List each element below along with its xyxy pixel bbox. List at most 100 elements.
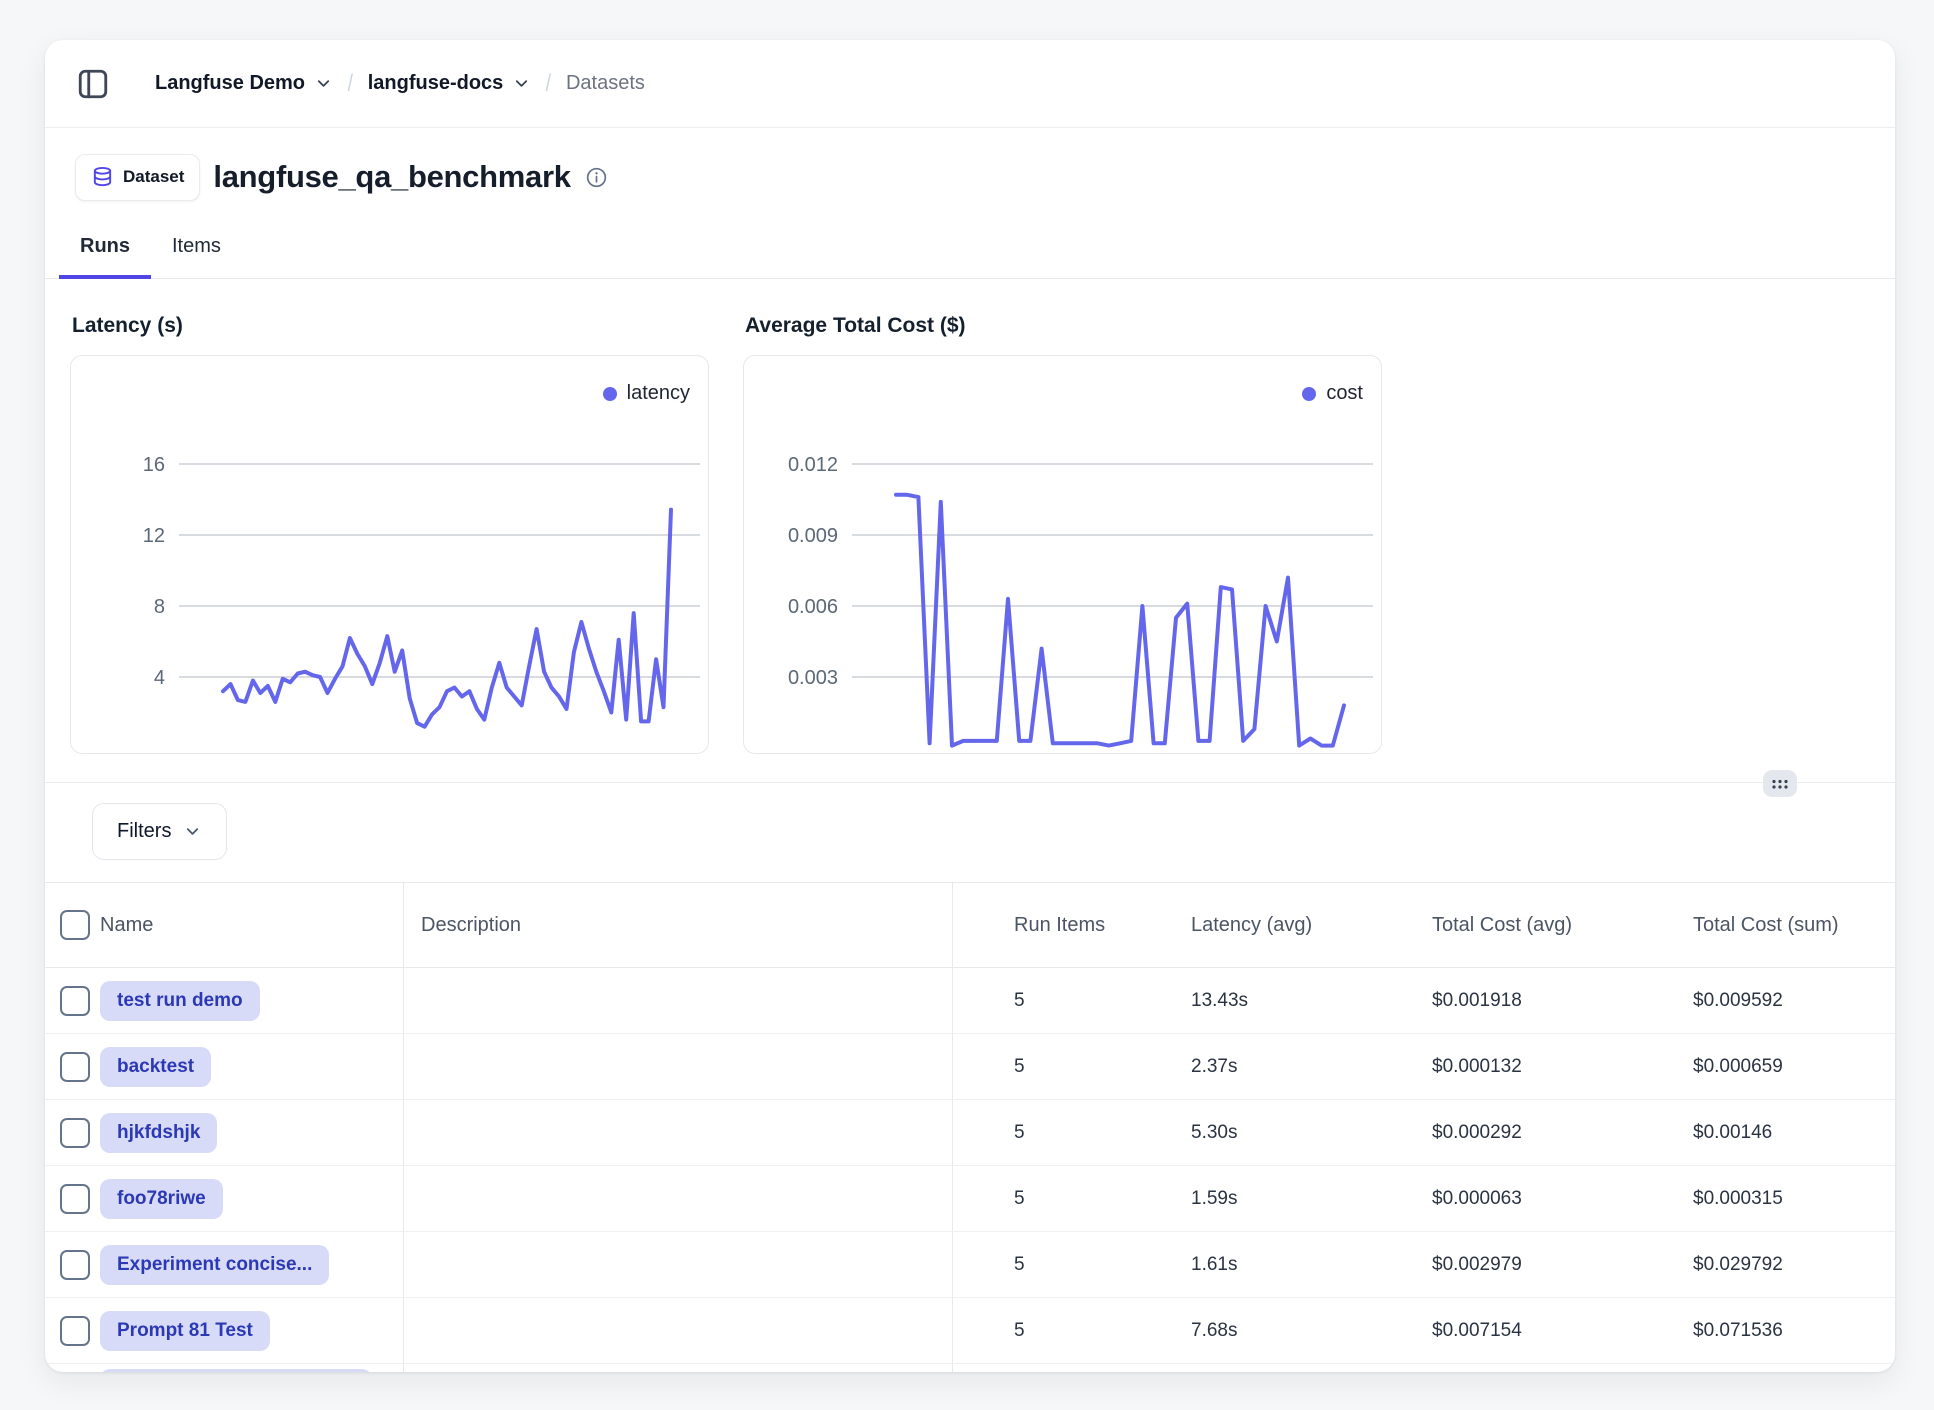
table-row: test run demo 5 13.43s $0.001918 $0.0095… bbox=[45, 968, 1895, 1034]
top-navigation-bar: Langfuse Demo / langfuse-docs / Datasets bbox=[45, 40, 1895, 128]
breadcrumb-project-label: langfuse-docs bbox=[368, 72, 504, 95]
resize-drag-handle[interactable] bbox=[1763, 770, 1797, 797]
sidebar-toggle-button[interactable] bbox=[74, 65, 111, 102]
charts-section: Latency (s) 16 12 8 4 latency Average Total… bbox=[45, 279, 1895, 754]
run-name-badge[interactable]: Experiment concise... bbox=[100, 1245, 329, 1285]
tab-runs[interactable]: Runs bbox=[59, 218, 151, 279]
cell-latency-avg: 5.30s bbox=[1130, 1122, 1371, 1144]
svg-text:4: 4 bbox=[154, 667, 165, 689]
database-icon bbox=[91, 166, 114, 189]
table-row-partial bbox=[45, 1364, 1895, 1372]
cost-legend: cost bbox=[1302, 382, 1363, 405]
legend-label: latency bbox=[627, 382, 690, 405]
table-row: foo78riwe 5 1.59s $0.000063 $0.000315 bbox=[45, 1166, 1895, 1232]
table-header-row: Name Description Run Items Latency (avg)… bbox=[45, 882, 1895, 968]
cell-run-items: 5 bbox=[953, 1056, 1130, 1078]
cost-chart-title: Average Total Cost ($) bbox=[745, 314, 1382, 338]
cell-total-cost-sum: $0.009592 bbox=[1632, 990, 1895, 1012]
table-row: backtest 5 2.37s $0.000132 $0.000659 bbox=[45, 1034, 1895, 1100]
column-header-run-items: Run Items bbox=[953, 914, 1130, 937]
latency-chart-group: Latency (s) 16 12 8 4 latency bbox=[70, 314, 709, 754]
breadcrumb-org[interactable]: Langfuse Demo bbox=[155, 72, 333, 95]
row-checkbox[interactable] bbox=[60, 1184, 90, 1214]
cell-run-items: 5 bbox=[953, 1254, 1130, 1276]
cell-description bbox=[403, 1100, 953, 1165]
row-checkbox[interactable] bbox=[60, 1118, 90, 1148]
latency-line-plot: 16 12 8 4 bbox=[71, 356, 708, 753]
info-icon[interactable] bbox=[585, 166, 608, 189]
legend-dot-icon bbox=[603, 387, 617, 401]
run-name-badge[interactable]: foo78riwe bbox=[100, 1179, 223, 1219]
cell-total-cost-avg: $0.001918 bbox=[1371, 990, 1632, 1012]
cell-total-cost-avg: $0.000132 bbox=[1371, 1056, 1632, 1078]
cell-total-cost-avg: $0.000292 bbox=[1371, 1122, 1632, 1144]
cell-run-items: 5 bbox=[953, 990, 1130, 1012]
page-title: langfuse_qa_benchmark bbox=[213, 159, 570, 195]
tab-items[interactable]: Items bbox=[151, 218, 242, 279]
cell-latency-avg: 1.61s bbox=[1130, 1254, 1371, 1276]
svg-text:0.009: 0.009 bbox=[788, 525, 838, 547]
cell-total-cost-avg: $0.000063 bbox=[1371, 1188, 1632, 1210]
dataset-page-card: Langfuse Demo / langfuse-docs / Datasets… bbox=[45, 40, 1895, 1372]
table-body: test run demo 5 13.43s $0.001918 $0.0095… bbox=[45, 968, 1895, 1364]
cell-total-cost-sum: $0.071536 bbox=[1632, 1320, 1895, 1342]
svg-text:0.006: 0.006 bbox=[788, 596, 838, 618]
filters-button-label: Filters bbox=[117, 820, 171, 843]
panel-left-icon bbox=[76, 67, 110, 101]
latency-chart-title: Latency (s) bbox=[72, 314, 709, 338]
dataset-badge-label: Dataset bbox=[123, 167, 184, 187]
run-name-badge[interactable]: test run demo bbox=[100, 981, 260, 1021]
column-header-total-cost-sum: Total Cost (sum) bbox=[1632, 914, 1895, 937]
cell-latency-avg: 2.37s bbox=[1130, 1056, 1371, 1078]
column-header-latency-avg: Latency (avg) bbox=[1130, 914, 1371, 937]
column-header-description: Description bbox=[403, 883, 953, 967]
tab-bar: Runs Items bbox=[45, 218, 1895, 279]
breadcrumb-project[interactable]: langfuse-docs bbox=[368, 72, 532, 95]
run-name-badge[interactable]: Prompt 81 Test bbox=[100, 1311, 270, 1351]
svg-text:12: 12 bbox=[143, 525, 165, 547]
breadcrumb-org-label: Langfuse Demo bbox=[155, 72, 305, 95]
dataset-type-badge: Dataset bbox=[75, 154, 200, 201]
cell-total-cost-sum: $0.000315 bbox=[1632, 1188, 1895, 1210]
cell-description bbox=[403, 1298, 953, 1363]
cost-line-plot: 0.0120.0090.0060.003 bbox=[744, 356, 1381, 753]
row-checkbox[interactable] bbox=[60, 986, 90, 1016]
breadcrumb-separator: / bbox=[546, 70, 551, 98]
run-name-badge[interactable] bbox=[100, 1369, 372, 1372]
cell-total-cost-avg: $0.007154 bbox=[1371, 1320, 1632, 1342]
cell-description bbox=[403, 968, 953, 1033]
filters-row: Filters bbox=[45, 783, 1895, 860]
select-all-checkbox[interactable] bbox=[60, 910, 90, 940]
cell-description bbox=[403, 1232, 953, 1297]
run-name-badge[interactable]: backtest bbox=[100, 1047, 211, 1087]
latency-chart: 16 12 8 4 latency bbox=[70, 355, 709, 754]
row-checkbox[interactable] bbox=[60, 1052, 90, 1082]
legend-label: cost bbox=[1326, 382, 1363, 405]
cell-latency-avg: 1.59s bbox=[1130, 1188, 1371, 1210]
cost-chart-group: Average Total Cost ($) 0.0120.0090.0060.… bbox=[743, 314, 1382, 754]
section-divider bbox=[45, 782, 1895, 783]
breadcrumb-datasets[interactable]: Datasets bbox=[566, 72, 645, 95]
chevron-down-icon bbox=[512, 74, 531, 93]
chevron-down-icon bbox=[183, 822, 202, 841]
row-checkbox[interactable] bbox=[60, 1250, 90, 1280]
svg-text:16: 16 bbox=[143, 454, 165, 476]
column-header-name: Name bbox=[100, 883, 403, 967]
cell-run-items: 5 bbox=[953, 1188, 1130, 1210]
row-checkbox[interactable] bbox=[60, 1316, 90, 1346]
breadcrumb-datasets-label: Datasets bbox=[566, 72, 645, 95]
filters-button[interactable]: Filters bbox=[92, 803, 227, 860]
cell-run-items: 5 bbox=[953, 1320, 1130, 1342]
run-name-badge[interactable]: hjkfdshjk bbox=[100, 1113, 217, 1153]
table-row: Experiment concise... 5 1.61s $0.002979 … bbox=[45, 1232, 1895, 1298]
cell-latency-avg: 13.43s bbox=[1130, 990, 1371, 1012]
legend-dot-icon bbox=[1302, 387, 1316, 401]
svg-text:8: 8 bbox=[154, 596, 165, 618]
table-row: Prompt 81 Test 5 7.68s $0.007154 $0.0715… bbox=[45, 1298, 1895, 1364]
breadcrumb-separator: / bbox=[348, 70, 353, 98]
svg-text:0.012: 0.012 bbox=[788, 454, 838, 476]
page-header: Dataset langfuse_qa_benchmark bbox=[45, 128, 1895, 200]
latency-legend: latency bbox=[603, 382, 690, 405]
cell-total-cost-sum: $0.029792 bbox=[1632, 1254, 1895, 1276]
cell-run-items: 5 bbox=[953, 1122, 1130, 1144]
